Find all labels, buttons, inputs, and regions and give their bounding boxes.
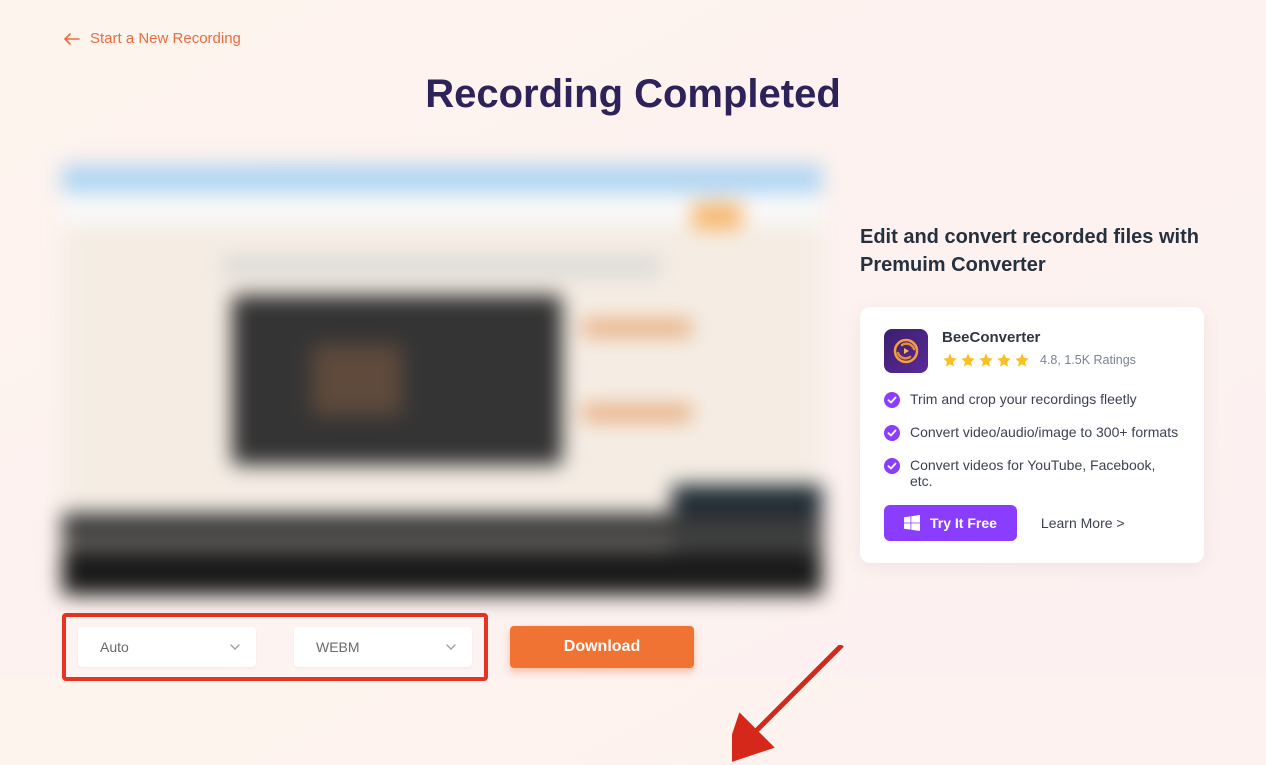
card-actions: Try It Free Learn More > xyxy=(884,505,1180,541)
try-free-label: Try It Free xyxy=(930,515,997,531)
back-link-label: Start a New Recording xyxy=(90,30,241,47)
page-title: Recording Completed xyxy=(0,72,1266,117)
back-link[interactable]: Start a New Recording xyxy=(0,0,241,47)
chevron-down-icon xyxy=(446,644,456,650)
feature-item: Convert videos for YouTube, Facebook, et… xyxy=(884,457,1180,489)
star-icon xyxy=(996,352,1012,368)
feature-text: Trim and crop your recordings fleetly xyxy=(910,391,1137,407)
card-header: BeeConverter 4.8, 1.5K Ratings xyxy=(884,329,1180,373)
rating-text: 4.8, 1.5K Ratings xyxy=(1040,353,1136,367)
format-select[interactable]: WEBM xyxy=(294,627,472,667)
quality-select[interactable]: Auto xyxy=(78,627,256,667)
star-icon xyxy=(942,352,958,368)
try-free-button[interactable]: Try It Free xyxy=(884,505,1017,541)
rating-row: 4.8, 1.5K Ratings xyxy=(942,352,1136,368)
video-preview xyxy=(62,165,822,595)
content-area: Auto WEBM Download Edit and convert reco… xyxy=(0,117,1266,681)
check-circle-icon xyxy=(884,458,900,474)
quality-select-value: Auto xyxy=(100,639,129,655)
download-button[interactable]: Download xyxy=(510,626,694,668)
learn-more-link[interactable]: Learn More > xyxy=(1041,515,1125,531)
annotation-highlight-box: Auto WEBM xyxy=(62,613,488,681)
feature-text: Convert videos for YouTube, Facebook, et… xyxy=(910,457,1180,489)
format-select-value: WEBM xyxy=(316,639,360,655)
promo-heading: Edit and convert recorded files with Pre… xyxy=(860,223,1204,279)
beeconverter-app-icon xyxy=(884,329,928,373)
left-column: Auto WEBM Download xyxy=(62,165,822,681)
feature-item: Convert video/audio/image to 300+ format… xyxy=(884,424,1180,441)
controls-row: Auto WEBM Download xyxy=(62,613,822,681)
chevron-down-icon xyxy=(230,644,240,650)
right-column: Edit and convert recorded files with Pre… xyxy=(860,165,1204,681)
promo-card: BeeConverter 4.8, 1.5K Ratings xyxy=(860,307,1204,563)
feature-item: Trim and crop your recordings fleetly xyxy=(884,391,1180,408)
check-circle-icon xyxy=(884,425,900,441)
feature-text: Convert video/audio/image to 300+ format… xyxy=(910,424,1178,440)
star-icon xyxy=(978,352,994,368)
rating-stars xyxy=(942,352,1030,368)
star-icon xyxy=(1014,352,1030,368)
windows-icon xyxy=(904,515,920,531)
check-circle-icon xyxy=(884,392,900,408)
arrow-left-icon xyxy=(64,33,80,45)
feature-list: Trim and crop your recordings fleetly Co… xyxy=(884,391,1180,489)
download-button-label: Download xyxy=(564,638,640,655)
star-icon xyxy=(960,352,976,368)
app-name: BeeConverter xyxy=(942,329,1136,346)
